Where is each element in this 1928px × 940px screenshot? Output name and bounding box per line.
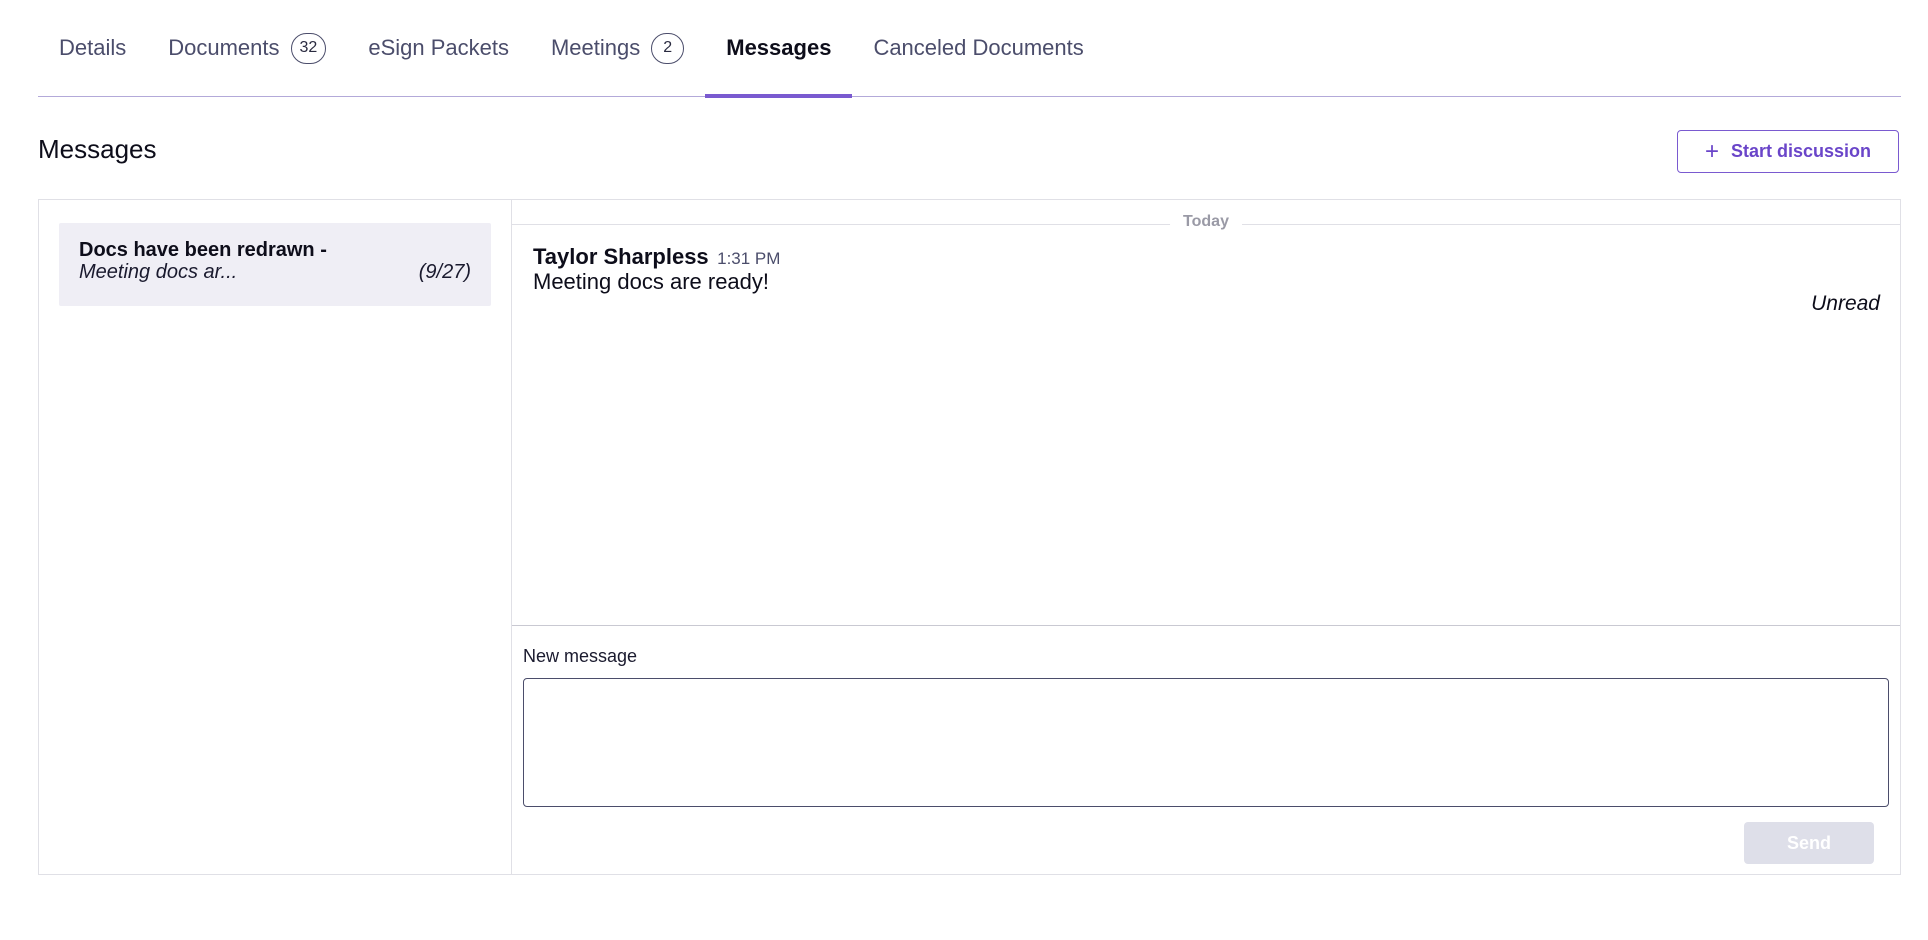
tab-label: Canceled Documents <box>873 35 1084 60</box>
tab-label: Details <box>59 35 127 60</box>
message-time: 1:31 PM <box>717 249 781 268</box>
count-badge: 2 <box>651 32 685 64</box>
thread-list: Docs have been redrawn - Meeting docs ar… <box>39 200 512 874</box>
tab-messages[interactable]: Messages <box>705 0 853 98</box>
thread-preview: Meeting docs ar... <box>79 261 238 283</box>
thread-item[interactable]: Docs have been redrawn - Meeting docs ar… <box>59 223 491 306</box>
messages-panel: Docs have been redrawn - Meeting docs ar… <box>38 199 1901 875</box>
tab-bar: Details Documents 32 eSign Packets Meeti… <box>38 0 1901 98</box>
start-discussion-label: Start discussion <box>1730 141 1872 161</box>
plus-icon: + <box>1704 137 1719 165</box>
thread-date: (9/27) <box>418 261 471 283</box>
tab-label: Documents <box>168 35 280 60</box>
send-button[interactable]: Send <box>1744 822 1874 864</box>
thread-meta: Meeting docs ar... (9/27) <box>79 261 471 283</box>
message-header: Taylor Sharpless 1:31 PM <box>533 244 780 270</box>
tab-documents[interactable]: Documents 32 <box>147 0 347 96</box>
message-status: Unread <box>1811 292 1880 315</box>
tab-label: Meetings <box>550 35 641 60</box>
tab-details[interactable]: Details <box>38 0 147 96</box>
tab-meetings[interactable]: Meetings 2 <box>530 0 705 96</box>
count-badge: 32 <box>290 32 327 64</box>
message-author: Taylor Sharpless <box>533 244 709 269</box>
start-discussion-button[interactable]: + Start discussion <box>1677 130 1899 173</box>
tab-label: eSign Packets <box>368 35 509 60</box>
new-message-input[interactable] <box>523 678 1889 807</box>
conversation-pane[interactable]: Today Taylor Sharpless 1:31 PM Meeting d… <box>512 200 1900 626</box>
tab-canceled-documents[interactable]: Canceled Documents <box>852 0 1104 96</box>
section-title: Messages <box>38 134 157 164</box>
tab-label: Messages <box>726 35 832 60</box>
thread-title: Docs have been redrawn - <box>79 239 327 261</box>
new-message-label: New message <box>523 646 638 666</box>
message: Taylor Sharpless 1:31 PM Meeting docs ar… <box>533 244 780 294</box>
page: Details Documents 32 eSign Packets Meeti… <box>0 0 1928 940</box>
compose-area: New message Send <box>512 625 1900 874</box>
message-body: Meeting docs are ready! <box>533 269 770 294</box>
day-divider: Today <box>1170 213 1242 231</box>
tab-esign-packets[interactable]: eSign Packets <box>347 0 530 96</box>
